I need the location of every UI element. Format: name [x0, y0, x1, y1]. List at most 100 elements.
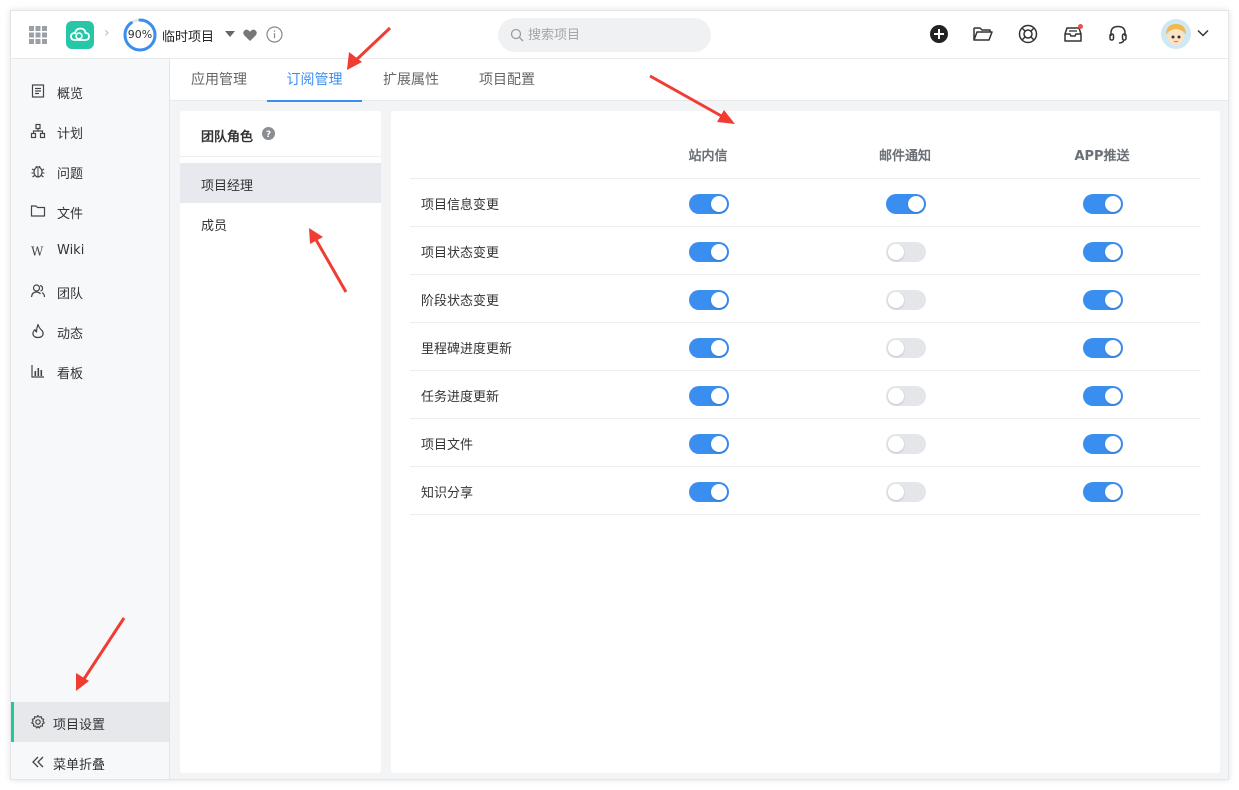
tab-extended-attributes[interactable]: 扩展属性 [382, 59, 440, 101]
bug-icon [31, 165, 45, 178]
inbox-icon[interactable] [1062, 23, 1084, 45]
info-icon[interactable] [266, 26, 283, 43]
role-item-project-manager[interactable]: 项目经理 [180, 163, 381, 203]
collapse-menu-label: 菜单折叠 [53, 758, 106, 773]
subscription-row: 里程碑进度更新 [410, 322, 1201, 370]
chevron-down-icon[interactable] [1197, 29, 1209, 37]
sidebar-item-label: 团队 [57, 287, 84, 302]
subscription-row-label: 项目状态变更 [421, 246, 500, 261]
sidebar: 概览 计划 问题 文件 W Wiki 团队 动态 看板 项目设置 菜单折叠 [11, 59, 170, 779]
avatar[interactable] [1161, 19, 1191, 49]
subscription-row: 阶段状态变更 [410, 274, 1201, 322]
heart-icon[interactable] [242, 27, 258, 43]
subscription-row: 任务进度更新 [410, 370, 1201, 418]
toggle-knob [908, 196, 924, 212]
tab-project-config[interactable]: 项目配置 [478, 59, 536, 101]
toggle-knob [888, 388, 904, 404]
folder-icon [30, 205, 46, 217]
sidebar-item-issues[interactable]: 问题 [11, 151, 169, 191]
toggle-in-site[interactable] [689, 338, 729, 358]
role-item-member[interactable]: 成员 [180, 203, 381, 243]
sidebar-item-files[interactable]: 文件 [11, 191, 169, 231]
toggle-knob [1105, 292, 1121, 308]
app-window: › 90% 临时项目 概览 计划 [10, 10, 1229, 780]
progress-value: 90% [127, 28, 153, 41]
toggle-knob [711, 196, 727, 212]
toggle-app-push[interactable] [1083, 290, 1123, 310]
sidebar-item-activity[interactable]: 动态 [11, 311, 169, 351]
search-icon [510, 28, 524, 42]
toggle-app-push[interactable] [1083, 194, 1123, 214]
toggle-email[interactable] [886, 290, 926, 310]
toggle-email[interactable] [886, 482, 926, 502]
wiki-icon: W [31, 245, 44, 259]
toggle-in-site[interactable] [689, 386, 729, 406]
toggle-knob [888, 484, 904, 500]
toggle-app-push[interactable] [1083, 386, 1123, 406]
toggle-email[interactable] [886, 242, 926, 262]
apps-grid-icon[interactable] [28, 25, 48, 45]
toggle-in-site[interactable] [689, 194, 729, 214]
toggle-in-site[interactable] [689, 482, 729, 502]
project-name[interactable]: 临时项目 [162, 26, 214, 45]
toggle-app-push[interactable] [1083, 242, 1123, 262]
toggle-app-push[interactable] [1083, 434, 1123, 454]
role-label: 项目经理 [201, 179, 254, 194]
breadcrumb-separator-icon: › [104, 25, 110, 41]
sidebar-item-team[interactable]: 团队 [11, 271, 169, 311]
tab-app-management[interactable]: 应用管理 [190, 59, 248, 101]
sidebar-item-label: 问题 [57, 167, 84, 182]
toggle-email[interactable] [886, 434, 926, 454]
caret-down-icon[interactable] [225, 31, 235, 37]
sidebar-item-label: 概览 [57, 87, 84, 102]
toggle-knob [1105, 436, 1121, 452]
search-input[interactable] [528, 18, 703, 52]
gear-icon [31, 714, 45, 729]
team-roles-header: 团队角色 ? [180, 111, 381, 157]
toggle-in-site[interactable] [689, 434, 729, 454]
toggle-knob [1105, 340, 1121, 356]
toggle-in-site[interactable] [689, 242, 729, 262]
folder-open-icon[interactable] [972, 23, 994, 45]
plan-icon [30, 123, 46, 139]
sidebar-item-wiki[interactable]: W Wiki [11, 231, 169, 271]
subscription-row-label: 任务进度更新 [421, 390, 500, 405]
toggle-knob [1105, 388, 1121, 404]
headset-icon[interactable] [1107, 23, 1129, 45]
toggle-knob [888, 340, 904, 356]
help-icon[interactable]: ? [262, 127, 275, 140]
team-icon [30, 284, 46, 298]
subscription-row: 项目信息变更 [410, 178, 1201, 226]
subscription-row: 知识分享 [410, 466, 1201, 514]
toggle-knob [888, 244, 904, 260]
project-settings-label: 项目设置 [53, 718, 106, 733]
toggle-knob [1105, 484, 1121, 500]
search-bar[interactable] [498, 18, 711, 52]
cloud-logo-icon[interactable] [66, 21, 94, 49]
toggle-knob [888, 292, 904, 308]
team-roles-panel: 团队角色 ? 项目经理 成员 [180, 111, 381, 773]
toggle-email[interactable] [886, 194, 926, 214]
project-settings-button[interactable]: 项目设置 [11, 702, 169, 742]
sidebar-item-board[interactable]: 看板 [11, 351, 169, 391]
activity-icon [32, 323, 44, 339]
column-header-in-site: 站内信 [688, 149, 728, 164]
lifebuoy-icon[interactable] [1017, 23, 1039, 45]
toggle-email[interactable] [886, 386, 926, 406]
toggle-knob [1105, 196, 1121, 212]
toggle-in-site[interactable] [689, 290, 729, 310]
tab-subscription-management[interactable]: 订阅管理 [267, 59, 362, 102]
collapse-menu-button[interactable]: 菜单折叠 [11, 742, 169, 779]
toggle-app-push[interactable] [1083, 482, 1123, 502]
role-label: 成员 [201, 219, 228, 234]
toggle-email[interactable] [886, 338, 926, 358]
overview-icon [31, 84, 45, 98]
subscription-row-label: 阶段状态变更 [421, 294, 500, 309]
subscription-panel: 站内信 邮件通知 APP推送 项目信息变更 项目状态变更 阶段状态变更 里程碑进度更新… [391, 111, 1220, 773]
toggle-app-push[interactable] [1083, 338, 1123, 358]
toggle-knob [711, 484, 727, 500]
sidebar-item-overview[interactable]: 概览 [11, 71, 169, 111]
sidebar-item-label: 动态 [57, 327, 84, 342]
sidebar-item-plan[interactable]: 计划 [11, 111, 169, 151]
add-circle-icon[interactable] [928, 23, 950, 45]
